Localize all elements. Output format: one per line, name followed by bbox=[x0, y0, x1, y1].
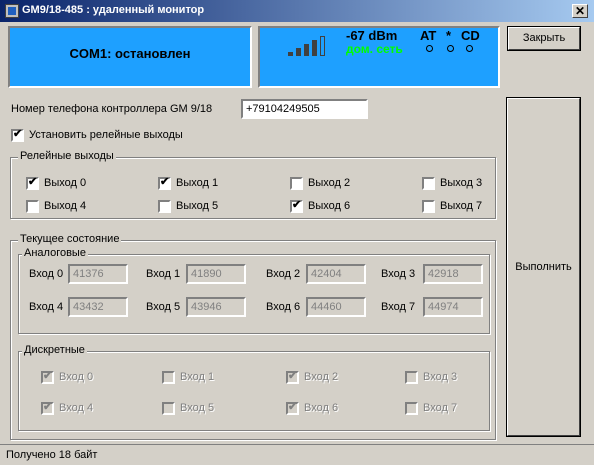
discrete-input-label: Вход 7 bbox=[423, 402, 458, 414]
discrete-input-label: Вход 0 bbox=[59, 371, 94, 383]
discrete-group bbox=[18, 351, 490, 431]
relay-output-checkbox[interactable] bbox=[422, 177, 435, 190]
discrete-input-label: Вход 5 bbox=[180, 402, 215, 414]
discrete-input-checkbox: ✔ bbox=[286, 401, 299, 415]
phone-input[interactable]: +79104249505 bbox=[241, 99, 368, 119]
check-icon: ✔ bbox=[43, 370, 53, 382]
flag-star: * bbox=[446, 28, 452, 43]
analog-input-value: 41890 bbox=[186, 264, 246, 284]
discrete-input-checkbox: ✔ bbox=[286, 370, 299, 384]
relay-output-checkbox[interactable] bbox=[158, 200, 171, 213]
connection-status-text: COM1: остановлен bbox=[69, 46, 191, 61]
status-bar-text: Получено 18 байт bbox=[6, 449, 98, 461]
set-relays-label: Установить релейные выходы bbox=[29, 129, 183, 141]
current-state-title: Текущее состояние bbox=[18, 233, 122, 245]
discrete-input-label: Вход 6 bbox=[304, 402, 339, 414]
analog-input-label: Вход 7 bbox=[381, 301, 416, 313]
indicator-star bbox=[447, 45, 454, 52]
discrete-input-checkbox bbox=[162, 402, 175, 415]
phone-label: Номер телефона контроллера GM 9/18 bbox=[11, 103, 213, 115]
check-icon: ✔ bbox=[292, 199, 302, 211]
check-icon: ✔ bbox=[28, 176, 38, 188]
discrete-title: Дискретные bbox=[22, 344, 87, 356]
discrete-input-label: Вход 4 bbox=[59, 402, 94, 414]
window-title: GM9/18-485 : удаленный монитор bbox=[22, 4, 205, 16]
signal-bar bbox=[304, 44, 309, 56]
relay-output-checkbox[interactable]: ✔ bbox=[26, 176, 39, 190]
relay-output-label: Выход 1 bbox=[176, 177, 219, 189]
analog-title: Аналоговые bbox=[22, 247, 88, 259]
signal-bar bbox=[296, 48, 301, 56]
relay-output-label: Выход 4 bbox=[44, 200, 87, 212]
analog-input-label: Вход 4 bbox=[29, 301, 64, 313]
signal-bar bbox=[288, 52, 293, 56]
discrete-input-checkbox bbox=[405, 371, 418, 384]
execute-button[interactable]: Выполнить bbox=[507, 98, 580, 436]
flag-at: AT bbox=[420, 28, 437, 43]
analog-input-value: 43946 bbox=[186, 297, 246, 317]
check-icon: ✔ bbox=[160, 176, 170, 188]
set-relays-checkbox[interactable]: ✔ bbox=[11, 128, 24, 142]
analog-input-value: 42404 bbox=[306, 264, 366, 284]
relay-output-label: Выход 7 bbox=[440, 200, 483, 212]
discrete-input-checkbox bbox=[162, 371, 175, 384]
close-button[interactable]: Закрыть bbox=[508, 27, 580, 50]
network-name: дом. сеть bbox=[346, 42, 403, 56]
discrete-input-label: Вход 3 bbox=[423, 371, 458, 383]
analog-input-label: Вход 5 bbox=[146, 301, 181, 313]
analog-input-label: Вход 6 bbox=[266, 301, 301, 313]
check-icon: ✔ bbox=[288, 401, 298, 413]
relay-output-checkbox[interactable] bbox=[26, 200, 39, 213]
analog-input-value: 41376 bbox=[68, 264, 128, 284]
relay-output-checkbox[interactable] bbox=[422, 200, 435, 213]
app-icon[interactable] bbox=[5, 4, 19, 18]
discrete-input-checkbox bbox=[405, 402, 418, 415]
analog-input-label: Вход 2 bbox=[266, 268, 301, 280]
analog-input-label: Вход 3 bbox=[381, 268, 416, 280]
check-icon: ✔ bbox=[288, 370, 298, 382]
window-close-button[interactable]: ✕ bbox=[572, 4, 588, 18]
relay-outputs-title: Релейные выходы bbox=[18, 150, 116, 162]
relay-output-label: Выход 2 bbox=[308, 177, 351, 189]
signal-bar bbox=[320, 36, 325, 56]
indicator-at bbox=[426, 45, 433, 52]
analog-input-label: Вход 1 bbox=[146, 268, 181, 280]
analog-input-label: Вход 0 bbox=[29, 268, 64, 280]
signal-bar bbox=[312, 40, 317, 56]
analog-input-value: 42918 bbox=[423, 264, 483, 284]
relay-output-checkbox[interactable]: ✔ bbox=[290, 199, 303, 213]
analog-input-value: 44974 bbox=[423, 297, 483, 317]
relay-output-label: Выход 3 bbox=[440, 177, 483, 189]
discrete-input-label: Вход 2 bbox=[304, 371, 339, 383]
signal-level: -67 dBm bbox=[346, 28, 398, 43]
check-icon: ✔ bbox=[43, 401, 53, 413]
relay-output-checkbox[interactable] bbox=[290, 177, 303, 190]
relay-output-label: Выход 6 bbox=[308, 200, 351, 212]
discrete-input-checkbox: ✔ bbox=[41, 401, 54, 415]
flag-cd: CD bbox=[461, 28, 480, 43]
relay-output-label: Выход 0 bbox=[44, 177, 87, 189]
analog-input-value: 44460 bbox=[306, 297, 366, 317]
analog-input-value: 43432 bbox=[68, 297, 128, 317]
discrete-input-label: Вход 1 bbox=[180, 371, 215, 383]
relay-output-label: Выход 5 bbox=[176, 200, 219, 212]
discrete-input-checkbox: ✔ bbox=[41, 370, 54, 384]
indicator-cd bbox=[466, 45, 473, 52]
relay-output-checkbox[interactable]: ✔ bbox=[158, 176, 171, 190]
